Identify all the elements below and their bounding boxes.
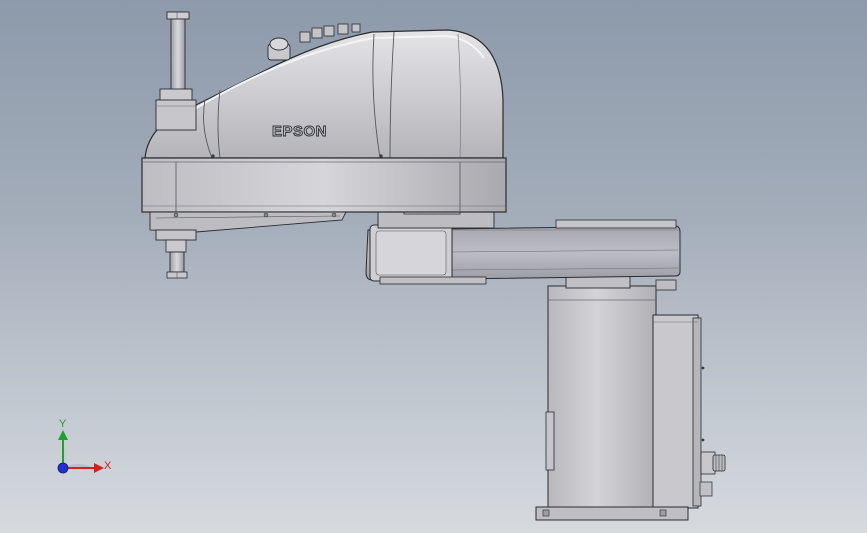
cable-connector xyxy=(699,366,726,497)
arm-1 xyxy=(365,219,681,285)
robot-base xyxy=(535,285,726,521)
arm-2-housing: EPSON xyxy=(141,29,507,233)
brand-logo: EPSON xyxy=(272,123,327,140)
y-axis-label: Y xyxy=(59,418,67,430)
coordinate-triad: Y X xyxy=(57,418,112,474)
robot-model-scene[interactable]: EPSON Y X xyxy=(0,0,867,533)
cad-viewport[interactable]: EPSON Y X xyxy=(0,0,867,533)
z-axis-dot xyxy=(57,462,69,474)
x-axis-label: X xyxy=(104,460,112,472)
